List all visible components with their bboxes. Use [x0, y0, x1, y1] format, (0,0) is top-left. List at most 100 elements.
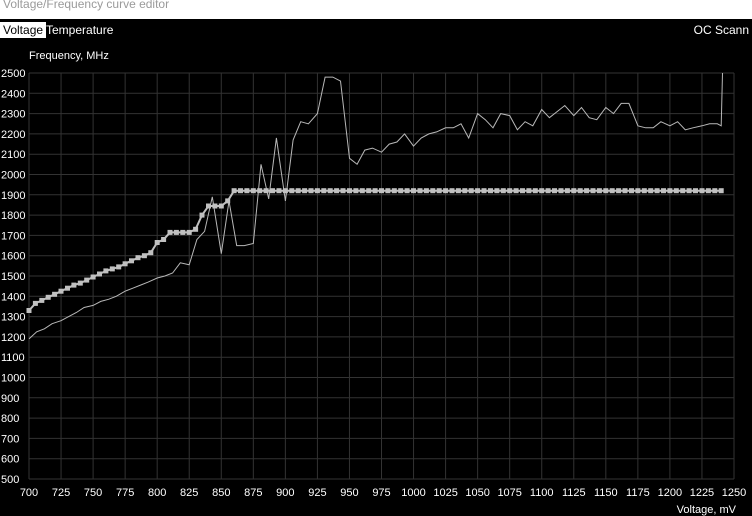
- vf-curve-point[interactable]: [686, 188, 692, 194]
- vf-curve-point[interactable]: [71, 282, 77, 288]
- vf-curve-point[interactable]: [545, 188, 551, 194]
- vf-curve-point[interactable]: [398, 188, 404, 194]
- vf-curve-point[interactable]: [32, 300, 38, 306]
- tab-voltage[interactable]: Voltage: [0, 22, 47, 38]
- vf-curve-point[interactable]: [334, 188, 340, 194]
- vf-curve-point[interactable]: [558, 188, 564, 194]
- vf-curve-point[interactable]: [135, 255, 141, 261]
- vf-curve-point[interactable]: [231, 188, 237, 194]
- vf-curve-point[interactable]: [353, 188, 359, 194]
- vf-curve-point[interactable]: [308, 188, 314, 194]
- vf-curve-point[interactable]: [257, 188, 263, 194]
- vf-curve-point[interactable]: [218, 203, 224, 209]
- vf-curve-point[interactable]: [65, 285, 70, 291]
- vf-curve-point[interactable]: [199, 212, 205, 218]
- vf-curve-point[interactable]: [52, 291, 58, 297]
- vf-curve-point[interactable]: [532, 188, 538, 194]
- vf-curve-point[interactable]: [622, 188, 628, 194]
- vf-curve-point[interactable]: [411, 188, 416, 194]
- vf-curve-point[interactable]: [45, 294, 51, 300]
- vf-curve-point[interactable]: [520, 188, 525, 194]
- vf-curve-point[interactable]: [97, 271, 102, 277]
- vf-curve-point[interactable]: [340, 188, 346, 194]
- vf-curve-point[interactable]: [359, 188, 365, 194]
- vf-curve-point[interactable]: [372, 188, 378, 194]
- vf-curve-point[interactable]: [103, 268, 109, 274]
- vf-curve-point[interactable]: [641, 188, 647, 194]
- vf-curve-point[interactable]: [712, 188, 718, 194]
- vf-curve-point[interactable]: [250, 188, 256, 194]
- vf-curve-point[interactable]: [417, 188, 423, 194]
- vf-curve-point[interactable]: [270, 188, 275, 194]
- vf-curve-point[interactable]: [603, 188, 609, 194]
- vf-curve-point[interactable]: [443, 188, 449, 194]
- vf-curve-point[interactable]: [648, 188, 654, 194]
- vf-curve-point[interactable]: [436, 188, 442, 194]
- vf-curve-point[interactable]: [154, 240, 160, 245]
- vf-curve-point[interactable]: [109, 266, 115, 272]
- vf-curve-point[interactable]: [385, 188, 391, 194]
- vf-curve-point[interactable]: [244, 188, 250, 194]
- vf-curve-point[interactable]: [481, 188, 487, 194]
- vf-curve-point[interactable]: [129, 258, 134, 264]
- vf-curve-point[interactable]: [58, 288, 64, 294]
- vf-curve-point[interactable]: [654, 188, 660, 194]
- vf-curve-point[interactable]: [661, 188, 666, 194]
- vf-curve-point[interactable]: [507, 188, 513, 194]
- vf-curve-point[interactable]: [693, 188, 698, 194]
- vf-curve-point[interactable]: [212, 203, 218, 209]
- vf-curve-point[interactable]: [327, 188, 333, 194]
- vf-curve-point[interactable]: [449, 188, 455, 194]
- vf-curve-point[interactable]: [295, 188, 301, 194]
- vf-curve-point[interactable]: [596, 188, 602, 194]
- vf-curve-point[interactable]: [475, 188, 481, 194]
- vf-curve-point[interactable]: [276, 188, 282, 194]
- vf-curve-point[interactable]: [148, 250, 154, 256]
- vf-curve-point[interactable]: [193, 226, 199, 232]
- vf-curve-point[interactable]: [577, 188, 583, 194]
- vf-curve-point[interactable]: [494, 188, 500, 194]
- vf-curve-point[interactable]: [699, 188, 705, 194]
- vf-curve-point[interactable]: [116, 264, 122, 270]
- tab-temperature[interactable]: Temperature: [43, 22, 116, 38]
- vf-curve-point[interactable]: [423, 188, 429, 194]
- vf-curve-point[interactable]: [379, 188, 384, 194]
- vf-curve-point[interactable]: [347, 188, 352, 194]
- vf-curve-point[interactable]: [680, 188, 686, 194]
- vf-curve-point[interactable]: [552, 188, 557, 194]
- vf-curve-point[interactable]: [616, 188, 622, 194]
- vf-curve-point[interactable]: [673, 188, 679, 194]
- vf-curve-point[interactable]: [84, 277, 90, 283]
- vf-curve-point[interactable]: [161, 237, 167, 242]
- oc-scanner-button[interactable]: OC Scann: [691, 22, 752, 38]
- vf-curve-point[interactable]: [705, 188, 711, 194]
- vf-curve-point[interactable]: [314, 188, 320, 194]
- vf-curve-point[interactable]: [571, 188, 577, 194]
- vf-curve-point[interactable]: [321, 188, 327, 194]
- vf-curve-point[interactable]: [302, 188, 308, 194]
- vf-curve-point[interactable]: [225, 198, 231, 204]
- vf-curve-point[interactable]: [564, 188, 570, 194]
- vf-curve-point[interactable]: [455, 188, 461, 194]
- vf-curve-point[interactable]: [77, 280, 83, 286]
- vf-curve-point[interactable]: [263, 188, 269, 194]
- vf-curve-point[interactable]: [26, 308, 32, 313]
- vf-curve-point[interactable]: [462, 188, 468, 194]
- vf-curve-point[interactable]: [468, 188, 474, 194]
- vf-curve-point[interactable]: [391, 188, 397, 194]
- vf-curve-point[interactable]: [173, 229, 179, 235]
- vf-curve-point[interactable]: [289, 188, 295, 194]
- vf-curve-point[interactable]: [488, 188, 493, 194]
- vf-curve-point[interactable]: [526, 188, 532, 194]
- vf-curve-point[interactable]: [39, 297, 45, 303]
- vf-curve-point[interactable]: [629, 188, 634, 194]
- vf-curve-point[interactable]: [122, 261, 128, 267]
- vf-curve-point[interactable]: [609, 188, 615, 194]
- vf-curve-chart[interactable]: Frequency, MHz Voltage, mV 2500240023002…: [0, 41, 752, 516]
- vf-curve-point[interactable]: [404, 188, 410, 194]
- vf-curve-point[interactable]: [718, 188, 724, 194]
- vf-curve-point[interactable]: [635, 188, 641, 194]
- vf-curve-point[interactable]: [590, 188, 596, 194]
- vf-curve-point[interactable]: [180, 229, 186, 235]
- vf-curve-point[interactable]: [90, 274, 96, 280]
